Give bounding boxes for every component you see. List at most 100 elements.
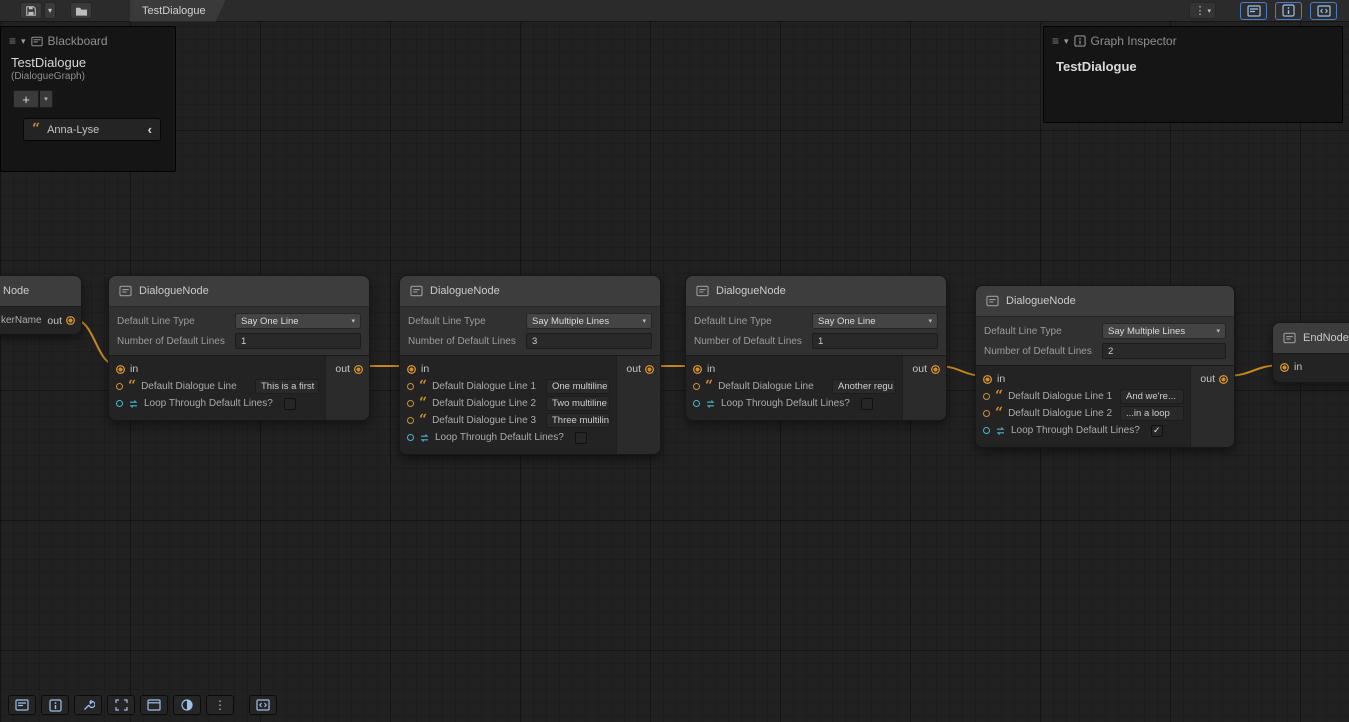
node-title-bar[interactable]: DialogueNode bbox=[400, 276, 660, 306]
input-port[interactable] bbox=[983, 375, 992, 384]
in-port-label: in bbox=[1294, 361, 1302, 373]
input-port[interactable] bbox=[693, 365, 702, 374]
dialogue-node-2[interactable]: DialogueNode Default Line Type Say Multi… bbox=[399, 275, 661, 455]
hamburger-icon[interactable]: ≡ bbox=[9, 34, 16, 48]
loop-checkbox[interactable]: ✓ bbox=[1151, 425, 1163, 437]
input-port[interactable] bbox=[1280, 363, 1289, 372]
add-property-button[interactable]: + bbox=[13, 90, 39, 108]
property-port[interactable] bbox=[407, 417, 414, 424]
line-type-dropdown[interactable]: Say One Line ▾ bbox=[235, 313, 361, 329]
save-dropdown-button[interactable]: ▾ bbox=[44, 2, 56, 19]
node-title-bar[interactable]: DialogueNode bbox=[976, 286, 1234, 316]
property-port[interactable] bbox=[693, 383, 700, 390]
blackboard-title: Blackboard bbox=[48, 34, 108, 48]
quote-icon: “ bbox=[419, 401, 427, 406]
graph-inspector-panel[interactable]: ≡ ▾ Graph Inspector TestDialogue bbox=[1043, 26, 1343, 123]
node-title-bar[interactable]: DialogueNode bbox=[686, 276, 946, 306]
blackboard-button[interactable] bbox=[8, 695, 36, 715]
line-type-dropdown[interactable]: Say Multiple Lines ▾ bbox=[1102, 323, 1226, 339]
end-node[interactable]: EndNode in bbox=[1272, 322, 1349, 383]
property-port[interactable] bbox=[983, 393, 990, 400]
node-title-bar[interactable]: EndNode bbox=[1273, 323, 1349, 353]
inspector-button[interactable] bbox=[41, 695, 69, 715]
collapse-arrow-icon[interactable]: ▾ bbox=[21, 36, 26, 47]
chevron-left-icon[interactable]: ‹ bbox=[148, 122, 152, 137]
field-label: Default Line Type bbox=[408, 316, 526, 327]
output-port[interactable] bbox=[931, 365, 940, 374]
property-port[interactable] bbox=[407, 400, 414, 407]
line-type-dropdown[interactable]: Say One Line ▾ bbox=[812, 313, 938, 329]
dialogue-line-input[interactable]: ...in a loop bbox=[1120, 406, 1184, 421]
dialogue-line-input[interactable]: And we're... bbox=[1120, 389, 1184, 404]
property-port[interactable] bbox=[983, 410, 990, 417]
node-fields: Default Line Type Say One Line ▾ Number … bbox=[109, 306, 369, 355]
frame-all-button[interactable] bbox=[107, 695, 135, 715]
field-label: Default Line Type bbox=[694, 316, 812, 327]
property-port[interactable] bbox=[407, 383, 414, 390]
inspector-icon bbox=[1282, 4, 1295, 17]
property-port[interactable] bbox=[116, 383, 123, 390]
save-button[interactable] bbox=[20, 2, 42, 19]
dialogue-line-input[interactable]: Two multiline bbox=[546, 396, 610, 411]
dropdown-value: Say One Line bbox=[818, 316, 876, 327]
dialogue-line-input[interactable]: Another regu bbox=[832, 379, 896, 394]
board-button[interactable] bbox=[140, 695, 168, 715]
num-lines-input[interactable]: 1 bbox=[812, 333, 938, 349]
dialogue-node-1[interactable]: DialogueNode Default Line Type Say One L… bbox=[108, 275, 370, 421]
speaker-node-partial[interactable]: Node kerName out bbox=[0, 275, 82, 335]
output-port[interactable] bbox=[354, 365, 363, 374]
property-port[interactable] bbox=[983, 427, 990, 434]
dialogue-line-input[interactable]: This is a first bbox=[255, 379, 319, 394]
output-port[interactable] bbox=[66, 316, 75, 325]
collapse-arrow-icon[interactable]: ▾ bbox=[1064, 36, 1069, 47]
loop-checkbox[interactable]: ✓ bbox=[575, 432, 587, 444]
script-button[interactable] bbox=[249, 695, 277, 715]
chevron-down-icon: ▾ bbox=[351, 317, 355, 325]
dialogue-node-icon bbox=[986, 295, 999, 307]
num-lines-input[interactable]: 3 bbox=[526, 333, 652, 349]
row-label: Loop Through Default Lines? bbox=[721, 398, 850, 409]
property-port[interactable] bbox=[116, 400, 123, 407]
num-lines-input[interactable]: 1 bbox=[235, 333, 361, 349]
graph-inspector-toggle-button[interactable] bbox=[1275, 2, 1302, 20]
input-port[interactable] bbox=[407, 365, 416, 374]
preview-button[interactable] bbox=[173, 695, 201, 715]
dialogue-line-input[interactable]: One multiline bbox=[546, 379, 610, 394]
line-type-dropdown[interactable]: Say Multiple Lines ▾ bbox=[526, 313, 652, 329]
dialogue-node-3[interactable]: DialogueNode Default Line Type Say One L… bbox=[685, 275, 947, 421]
node-fields: Default Line Type Say Multiple Lines ▾ N… bbox=[976, 316, 1234, 365]
code-icon bbox=[256, 699, 270, 711]
code-icon bbox=[1317, 5, 1331, 17]
output-port[interactable] bbox=[645, 365, 654, 374]
dialogue-node-4[interactable]: DialogueNode Default Line Type Say Multi… bbox=[975, 285, 1235, 448]
node-title-bar[interactable]: DialogueNode bbox=[109, 276, 369, 306]
options-button[interactable]: ⋮ bbox=[206, 695, 234, 715]
property-port[interactable] bbox=[693, 400, 700, 407]
num-lines-input[interactable]: 2 bbox=[1102, 343, 1226, 359]
tools-button[interactable] bbox=[74, 695, 102, 715]
hamburger-icon[interactable]: ≡ bbox=[1052, 34, 1059, 48]
dialogue-node-icon bbox=[119, 285, 132, 297]
dropdown-value: Say Multiple Lines bbox=[532, 316, 609, 327]
toolbar-menu-button[interactable]: ⋮ ▾ bbox=[1189, 2, 1216, 19]
row-label: Loop Through Default Lines? bbox=[144, 398, 273, 409]
input-port[interactable] bbox=[116, 365, 125, 374]
node-title-bar[interactable]: Node bbox=[0, 276, 81, 306]
blackboard-header[interactable]: ≡ ▾ Blackboard bbox=[1, 27, 175, 53]
blackboard-panel[interactable]: ≡ ▾ Blackboard TestDialogue (DialogueGra… bbox=[0, 26, 176, 172]
loop-checkbox[interactable]: ✓ bbox=[284, 398, 296, 410]
inspector-header[interactable]: ≡ ▾ Graph Inspector bbox=[1044, 27, 1342, 53]
script-view-toggle-button[interactable] bbox=[1310, 2, 1337, 20]
dialogue-line-input[interactable]: Three multilin bbox=[546, 413, 610, 428]
property-port[interactable] bbox=[407, 434, 414, 441]
output-port[interactable] bbox=[1219, 375, 1228, 384]
dropdown-value: Say Multiple Lines bbox=[1108, 326, 1185, 337]
check-icon: ✓ bbox=[1153, 426, 1161, 435]
blackboard-toggle-button[interactable] bbox=[1240, 2, 1267, 20]
tab-testdialogue[interactable]: TestDialogue bbox=[130, 0, 226, 22]
blackboard-property-anna-lyse[interactable]: “ Anna-Lyse ‹ bbox=[23, 118, 161, 141]
add-property-dropdown[interactable]: ▾ bbox=[40, 90, 53, 108]
loop-checkbox[interactable]: ✓ bbox=[861, 398, 873, 410]
open-folder-button[interactable] bbox=[70, 2, 92, 19]
row-label: Default Dialogue Line 2 bbox=[1008, 408, 1112, 419]
